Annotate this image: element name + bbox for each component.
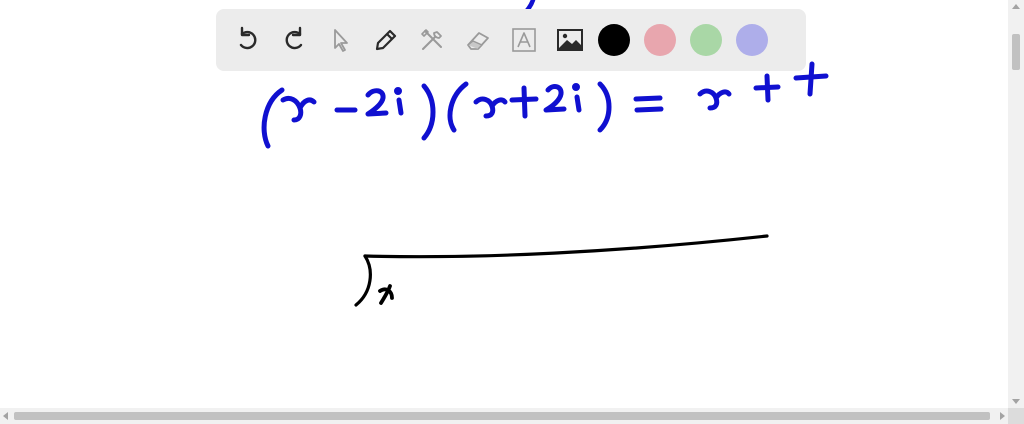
redo-icon xyxy=(285,26,303,50)
long-division-symbol xyxy=(354,234,769,307)
undo-button[interactable] xyxy=(230,22,266,58)
drawing-toolbar xyxy=(216,9,806,71)
cursor-icon xyxy=(334,29,348,52)
eraser-button[interactable] xyxy=(460,22,496,58)
tools-icon xyxy=(421,29,442,50)
scroll-left-arrow-icon[interactable] xyxy=(3,412,8,420)
color-swatch-red[interactable] xyxy=(644,24,676,56)
whiteboard-app xyxy=(0,0,1024,424)
scroll-right-arrow-icon[interactable] xyxy=(1000,412,1005,420)
image-icon xyxy=(557,29,583,51)
horizontal-scroll-thumb[interactable] xyxy=(14,412,990,420)
pencil-icon xyxy=(375,29,397,51)
color-swatch-black[interactable] xyxy=(598,24,630,56)
scrollbar-corner xyxy=(1008,408,1024,424)
image-button[interactable] xyxy=(552,22,588,58)
select-button[interactable] xyxy=(322,22,358,58)
pen-button[interactable] xyxy=(368,22,404,58)
scroll-up-arrow-icon[interactable] xyxy=(1012,4,1020,9)
text-box-icon xyxy=(512,28,536,52)
horizontal-scrollbar[interactable] xyxy=(0,408,1008,424)
eraser-icon xyxy=(467,32,489,50)
tools-button[interactable] xyxy=(414,22,450,58)
text-button[interactable] xyxy=(506,22,542,58)
redo-button[interactable] xyxy=(276,22,312,58)
handwritten-equation xyxy=(261,61,829,149)
vertical-scrollbar[interactable] xyxy=(1008,0,1024,408)
undo-icon xyxy=(239,26,257,50)
vertical-scroll-thumb[interactable] xyxy=(1012,34,1020,70)
color-swatch-green[interactable] xyxy=(690,24,722,56)
scroll-down-arrow-icon[interactable] xyxy=(1012,399,1020,404)
color-swatch-blue[interactable] xyxy=(736,24,768,56)
handwritten-x xyxy=(378,284,394,305)
